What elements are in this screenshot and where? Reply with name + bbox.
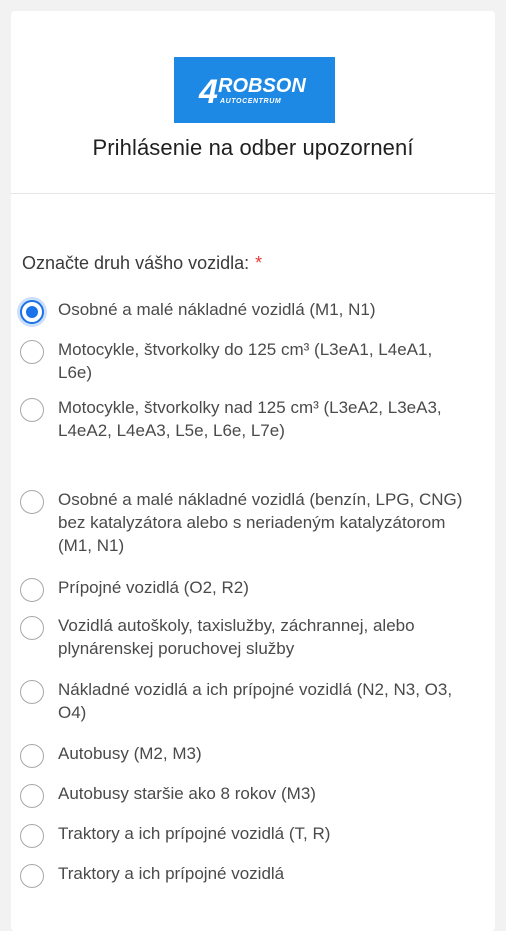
vehicle-type-question: Označte druh vášho vozidla: *: [22, 253, 262, 274]
question-label: Označte druh vášho vozidla:: [22, 253, 250, 273]
radio-button[interactable]: [20, 616, 44, 640]
radio-button[interactable]: [20, 784, 44, 808]
robson-logo: 4 ROBSON AUTOCENTRUM: [174, 57, 335, 123]
logo-sub: AUTOCENTRUM: [219, 98, 281, 105]
radio-button-checked[interactable]: [20, 300, 44, 324]
option-label[interactable]: Prípojné vozidlá (O2, R2): [58, 576, 468, 599]
radio-button[interactable]: [20, 398, 44, 422]
radio-button[interactable]: [20, 340, 44, 364]
required-asterisk: *: [255, 253, 263, 273]
option-label[interactable]: Osobné a malé nákladné vozidlá (benzín, …: [58, 488, 468, 557]
radio-button[interactable]: [20, 490, 44, 514]
radio-button[interactable]: [20, 578, 44, 602]
option-label[interactable]: Motocykle, štvorkolky do 125 cm³ (L3eA1,…: [58, 338, 468, 384]
option-label[interactable]: Motocykle, štvorkolky nad 125 cm³ (L3eA2…: [58, 396, 468, 442]
option-label[interactable]: Osobné a malé nákladné vozidlá (M1, N1): [58, 298, 468, 321]
logo-brand: ROBSON: [218, 75, 306, 97]
radio-button[interactable]: [20, 744, 44, 768]
page-title: Prihlásenie na odber upozornení: [92, 135, 414, 160]
logo-mark: 4: [198, 73, 218, 111]
card-header: 4 ROBSON AUTOCENTRUM Prihlásenie na odbe…: [11, 11, 495, 194]
radio-button[interactable]: [20, 864, 44, 888]
radio-button[interactable]: [20, 824, 44, 848]
option-label[interactable]: Nákladné vozidlá a ich prípojné vozidlá …: [58, 678, 468, 724]
option-label[interactable]: Vozidlá autoškoly, taxislužby, záchranne…: [58, 614, 468, 660]
option-label[interactable]: Traktory a ich prípojné vozidlá (T, R): [58, 822, 468, 845]
radio-button[interactable]: [20, 680, 44, 704]
option-label[interactable]: Autobusy (M2, M3): [58, 742, 468, 765]
option-label[interactable]: Traktory a ich prípojné vozidlá: [58, 862, 468, 885]
option-label[interactable]: Autobusy staršie ako 8 rokov (M3): [58, 782, 468, 805]
